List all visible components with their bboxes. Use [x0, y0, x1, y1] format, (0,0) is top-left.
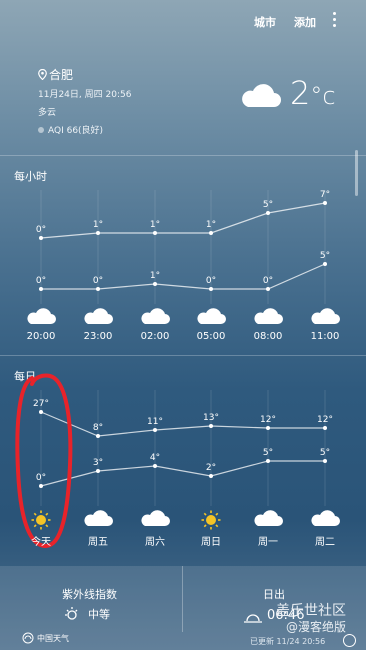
uv-title: 紫外线指数	[62, 588, 117, 601]
high-label: 12°	[260, 415, 276, 425]
high-label: 8°	[93, 423, 103, 433]
low-point	[209, 287, 213, 291]
low-label: 0°	[263, 276, 273, 286]
high-label: 7°	[320, 190, 330, 200]
high-label: 0°	[36, 225, 46, 235]
hour-label: 20:00	[26, 331, 56, 342]
cloud-icon	[311, 308, 340, 324]
low-point	[39, 287, 43, 291]
hour-label: 02:00	[140, 331, 170, 342]
low-label: 5°	[320, 251, 330, 261]
low-label: 2°	[206, 463, 216, 473]
cloud-icon	[84, 308, 113, 324]
low-label: 3°	[93, 458, 103, 468]
day-label: 今天	[31, 537, 51, 548]
china-weather-logo: 中国天气	[22, 632, 69, 644]
logo-icon	[22, 632, 34, 644]
hour-label: 23:00	[83, 331, 113, 342]
annotation-circle	[15, 373, 73, 548]
cloud-icon	[27, 308, 56, 324]
low-label: 5°	[320, 448, 330, 458]
low-point	[266, 287, 270, 291]
watermark-author: @漫客绝版	[286, 620, 347, 634]
add-button[interactable]: 添加	[294, 14, 316, 30]
high-series-line	[40, 202, 326, 239]
high-label: 1°	[93, 220, 103, 230]
day-label: 周六	[145, 537, 165, 548]
low-point	[153, 464, 157, 468]
city-button[interactable]: 城市	[254, 14, 276, 30]
high-label: 5°	[263, 200, 273, 210]
low-point	[96, 287, 100, 291]
cloud-icon	[84, 510, 113, 526]
high-label: 12°	[317, 415, 333, 425]
low-point	[266, 459, 270, 463]
sun-icon	[201, 510, 221, 530]
high-point	[266, 426, 270, 430]
low-label: 0°	[36, 276, 46, 286]
cloud-icon	[197, 308, 226, 324]
low-label: 0°	[93, 276, 103, 286]
uv-sun-icon	[65, 607, 78, 620]
high-label: 11°	[147, 417, 163, 427]
cloud-icon	[311, 510, 340, 526]
high-point	[266, 211, 270, 215]
low-series-line	[41, 263, 326, 290]
uv-value: 中等	[88, 608, 110, 621]
high-point	[323, 201, 327, 205]
high-point	[209, 231, 213, 235]
date-time: 11月24日, 周四 20:56	[38, 90, 132, 100]
city-name: 合肥	[49, 68, 74, 82]
high-point	[153, 428, 157, 432]
high-point	[96, 434, 100, 438]
location-pin-icon	[38, 69, 47, 80]
hour-label: 11:00	[310, 331, 340, 342]
low-point	[96, 469, 100, 473]
sunrise-icon	[244, 614, 262, 623]
hour-label: 05:00	[196, 331, 226, 342]
day-label: 周日	[201, 537, 221, 548]
high-point	[209, 424, 213, 428]
hourly-chart: 0° 1° 1° 1° 5° 7° 0° 0° 1° 0° 0° 5°	[27, 190, 340, 324]
weather-condition: 多云	[38, 108, 57, 118]
low-label: 5°	[263, 448, 273, 458]
high-label: 1°	[206, 220, 216, 230]
high-label: 1°	[150, 220, 160, 230]
day-label: 周一	[258, 537, 278, 548]
low-label: 1°	[150, 271, 160, 281]
low-series-line	[40, 460, 325, 487]
aqi-value: AQI 66(良好)	[48, 126, 104, 136]
hourly-title: 每小时	[14, 170, 47, 183]
low-point	[323, 262, 327, 266]
watermark-community: 盖乐世社区	[276, 603, 346, 619]
cloud-icon	[254, 308, 283, 324]
low-point	[323, 459, 327, 463]
location-block: 合肥 11月24日, 周四 20:56 多云 AQI 66(良好)	[38, 66, 131, 136]
high-series-line	[40, 411, 325, 437]
high-point	[96, 231, 100, 235]
high-point	[323, 426, 327, 430]
high-point	[39, 236, 43, 240]
refresh-icon[interactable]	[343, 634, 356, 647]
update-time: 已更新 11/24 20:56	[250, 637, 326, 646]
low-label: 4°	[150, 453, 160, 463]
hour-label: 08:00	[253, 331, 283, 342]
aqi-dot-icon	[38, 126, 44, 133]
current-cloud-icon	[242, 84, 281, 107]
low-point	[209, 474, 213, 478]
day-label: 周五	[88, 537, 108, 548]
high-label: 13°	[203, 413, 219, 423]
cloud-icon	[254, 510, 283, 526]
high-point	[153, 231, 157, 235]
cloud-icon	[141, 510, 170, 526]
more-menu-icon[interactable]	[332, 12, 338, 30]
low-label: 0°	[206, 276, 216, 286]
low-point	[153, 282, 157, 286]
day-label: 周二	[315, 537, 335, 548]
current-temperature: 2°c	[290, 74, 336, 112]
cloud-icon	[141, 308, 170, 324]
